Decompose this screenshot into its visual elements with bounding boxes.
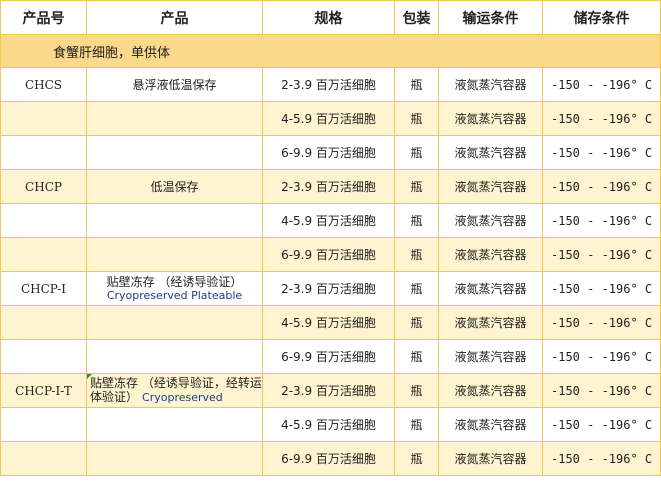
specification-cell: 6-9.9 百万活细胞: [262, 135, 395, 170]
storage-condition-cell: -150 - -196° C: [542, 339, 661, 374]
specification-cell: 4-5.9 百万活细胞: [262, 407, 395, 442]
table-row: 6-9.9 百万活细胞瓶液氮蒸汽容器 -150 - -196° C: [0, 339, 661, 374]
transport-condition-cell: 液氮蒸汽容器: [438, 203, 543, 238]
table-row: 4-5.9 百万活细胞瓶液氮蒸汽容器 -150 - -196° C: [0, 407, 661, 442]
specification-cell: 4-5.9 百万活细胞: [262, 305, 395, 340]
product-cell: 低温保存: [86, 169, 263, 204]
transport-condition-cell: 液氮蒸汽容器: [438, 373, 543, 408]
storage-condition-cell: -150 - -196° C: [542, 169, 661, 204]
header-specification: 规格: [262, 0, 395, 35]
packaging-cell: 瓶: [394, 271, 439, 306]
transport-condition-cell: 液氮蒸汽容器: [438, 407, 543, 442]
transport-condition-cell: 液氮蒸汽容器: [438, 305, 543, 340]
group-header-row: 食蟹肝细胞，单供体: [0, 34, 661, 68]
table-row: CHCP-I-T 贴壁冻存 （经诱导验证，经转运体验证） Cryopreserved…: [0, 373, 661, 408]
packaging-cell: 瓶: [394, 305, 439, 340]
product-cell: [86, 305, 263, 340]
header-product: 产品: [86, 0, 263, 35]
product-cell: 贴壁冻存 （经诱导验证，经转运体验证） Cryopreserved: [86, 373, 263, 408]
specification-cell: 2-3.9 百万活细胞: [262, 169, 395, 204]
product-cell: [86, 339, 263, 374]
table-row: 6-9.9 百万活细胞瓶液氮蒸汽容器 -150 - -196° C: [0, 237, 661, 272]
product-code-cell: [0, 101, 87, 136]
product-cell: [86, 441, 263, 476]
header-storage-condition: 储存条件: [542, 0, 661, 35]
table-row: 4-5.9 百万活细胞瓶液氮蒸汽容器 -150 - -196° C: [0, 101, 661, 136]
specification-cell: 4-5.9 百万活细胞: [262, 203, 395, 238]
table-row: 4-5.9 百万活细胞瓶液氮蒸汽容器 -150 - -196° C: [0, 305, 661, 340]
product-code-cell: [0, 135, 87, 170]
product-cell: [86, 101, 263, 136]
specification-cell: 2-3.9 百万活细胞: [262, 67, 395, 102]
header-packaging: 包装: [394, 0, 439, 35]
product-code-cell: [0, 339, 87, 374]
product-code-cell: CHCP-I-T: [0, 373, 87, 408]
storage-condition-cell: -150 - -196° C: [542, 135, 661, 170]
header-transport-condition: 输运条件: [438, 0, 543, 35]
product-code-cell: CHCP: [0, 169, 87, 204]
transport-condition-cell: 液氮蒸汽容器: [438, 101, 543, 136]
product-code-cell: [0, 305, 87, 340]
storage-condition-cell: -150 - -196° C: [542, 373, 661, 408]
packaging-cell: 瓶: [394, 339, 439, 374]
transport-condition-cell: 液氮蒸汽容器: [438, 169, 543, 204]
transport-condition-cell: 液氮蒸汽容器: [438, 237, 543, 272]
product-code-cell: CHCS: [0, 67, 87, 102]
packaging-cell: 瓶: [394, 373, 439, 408]
table-row: 6-9.9 百万活细胞瓶液氮蒸汽容器 -150 - -196° C: [0, 135, 661, 170]
packaging-cell: 瓶: [394, 441, 439, 476]
product-english-name: Cryopreserved Plateable: [106, 288, 243, 302]
storage-condition-cell: -150 - -196° C: [542, 271, 661, 306]
specification-cell: 6-9.9 百万活细胞: [262, 237, 395, 272]
storage-condition-cell: -150 - -196° C: [542, 101, 661, 136]
product-cell: [86, 237, 263, 272]
transport-condition-cell: 液氮蒸汽容器: [438, 135, 543, 170]
transport-condition-cell: 液氮蒸汽容器: [438, 67, 543, 102]
product-code-cell: [0, 407, 87, 442]
product-code-cell: CHCP-I: [0, 271, 87, 306]
product-cell: [86, 407, 263, 442]
group-title: 食蟹肝细胞，单供体: [0, 34, 661, 68]
product-name: 低温保存: [150, 179, 199, 194]
storage-condition-cell: -150 - -196° C: [542, 67, 661, 102]
storage-condition-cell: -150 - -196° C: [542, 407, 661, 442]
packaging-cell: 瓶: [394, 203, 439, 238]
transport-condition-cell: 液氮蒸汽容器: [438, 441, 543, 476]
product-cell: [86, 203, 263, 238]
transport-condition-cell: 液氮蒸汽容器: [438, 271, 543, 306]
specification-cell: 2-3.9 百万活细胞: [262, 373, 395, 408]
table-row: CHCP-I 贴壁冻存 （经诱导验证） Cryopreserved Plateabl…: [0, 271, 661, 306]
specification-cell: 6-9.9 百万活细胞: [262, 339, 395, 374]
product-cell: [86, 135, 263, 170]
product-cell: 贴壁冻存 （经诱导验证） Cryopreserved Plateable: [86, 271, 263, 306]
specification-cell: 6-9.9 百万活细胞: [262, 441, 395, 476]
header-product-code: 产品号: [0, 0, 87, 35]
product-code-cell: [0, 237, 87, 272]
product-english-name: Cryopreserved: [142, 391, 223, 404]
packaging-cell: 瓶: [394, 237, 439, 272]
product-cell: 悬浮液低温保存: [86, 67, 263, 102]
table-header-row: 产品号 产品 规格 包装 输运条件 储存条件: [0, 0, 661, 35]
packaging-cell: 瓶: [394, 169, 439, 204]
packaging-cell: 瓶: [394, 135, 439, 170]
table-row: 4-5.9 百万活细胞瓶液氮蒸汽容器 -150 - -196° C: [0, 203, 661, 238]
table-row: CHCP 低温保存 2-3.9 百万活细胞瓶液氮蒸汽容器 -150 - -196° C: [0, 169, 661, 204]
product-name: 贴壁冻存 （经诱导验证）: [106, 274, 243, 289]
specification-cell: 2-3.9 百万活细胞: [262, 271, 395, 306]
storage-condition-cell: -150 - -196° C: [542, 203, 661, 238]
transport-condition-cell: 液氮蒸汽容器: [438, 339, 543, 374]
product-name: 悬浮液低温保存: [132, 77, 217, 92]
product-table: 产品号 产品 规格 包装 输运条件 储存条件 食蟹肝细胞，单供体 CHCS 悬浮液…: [0, 0, 661, 476]
table-row: CHCS 悬浮液低温保存 2-3.9 百万活细胞瓶液氮蒸汽容器 -150 - -196…: [0, 67, 661, 102]
table-row: 6-9.9 百万活细胞瓶液氮蒸汽容器 -150 - -196° C: [0, 441, 661, 476]
product-code-cell: [0, 203, 87, 238]
specification-cell: 4-5.9 百万活细胞: [262, 101, 395, 136]
packaging-cell: 瓶: [394, 67, 439, 102]
storage-condition-cell: -150 - -196° C: [542, 441, 661, 476]
product-code-cell: [0, 441, 87, 476]
storage-condition-cell: -150 - -196° C: [542, 237, 661, 272]
storage-condition-cell: -150 - -196° C: [542, 305, 661, 340]
packaging-cell: 瓶: [394, 101, 439, 136]
packaging-cell: 瓶: [394, 407, 439, 442]
